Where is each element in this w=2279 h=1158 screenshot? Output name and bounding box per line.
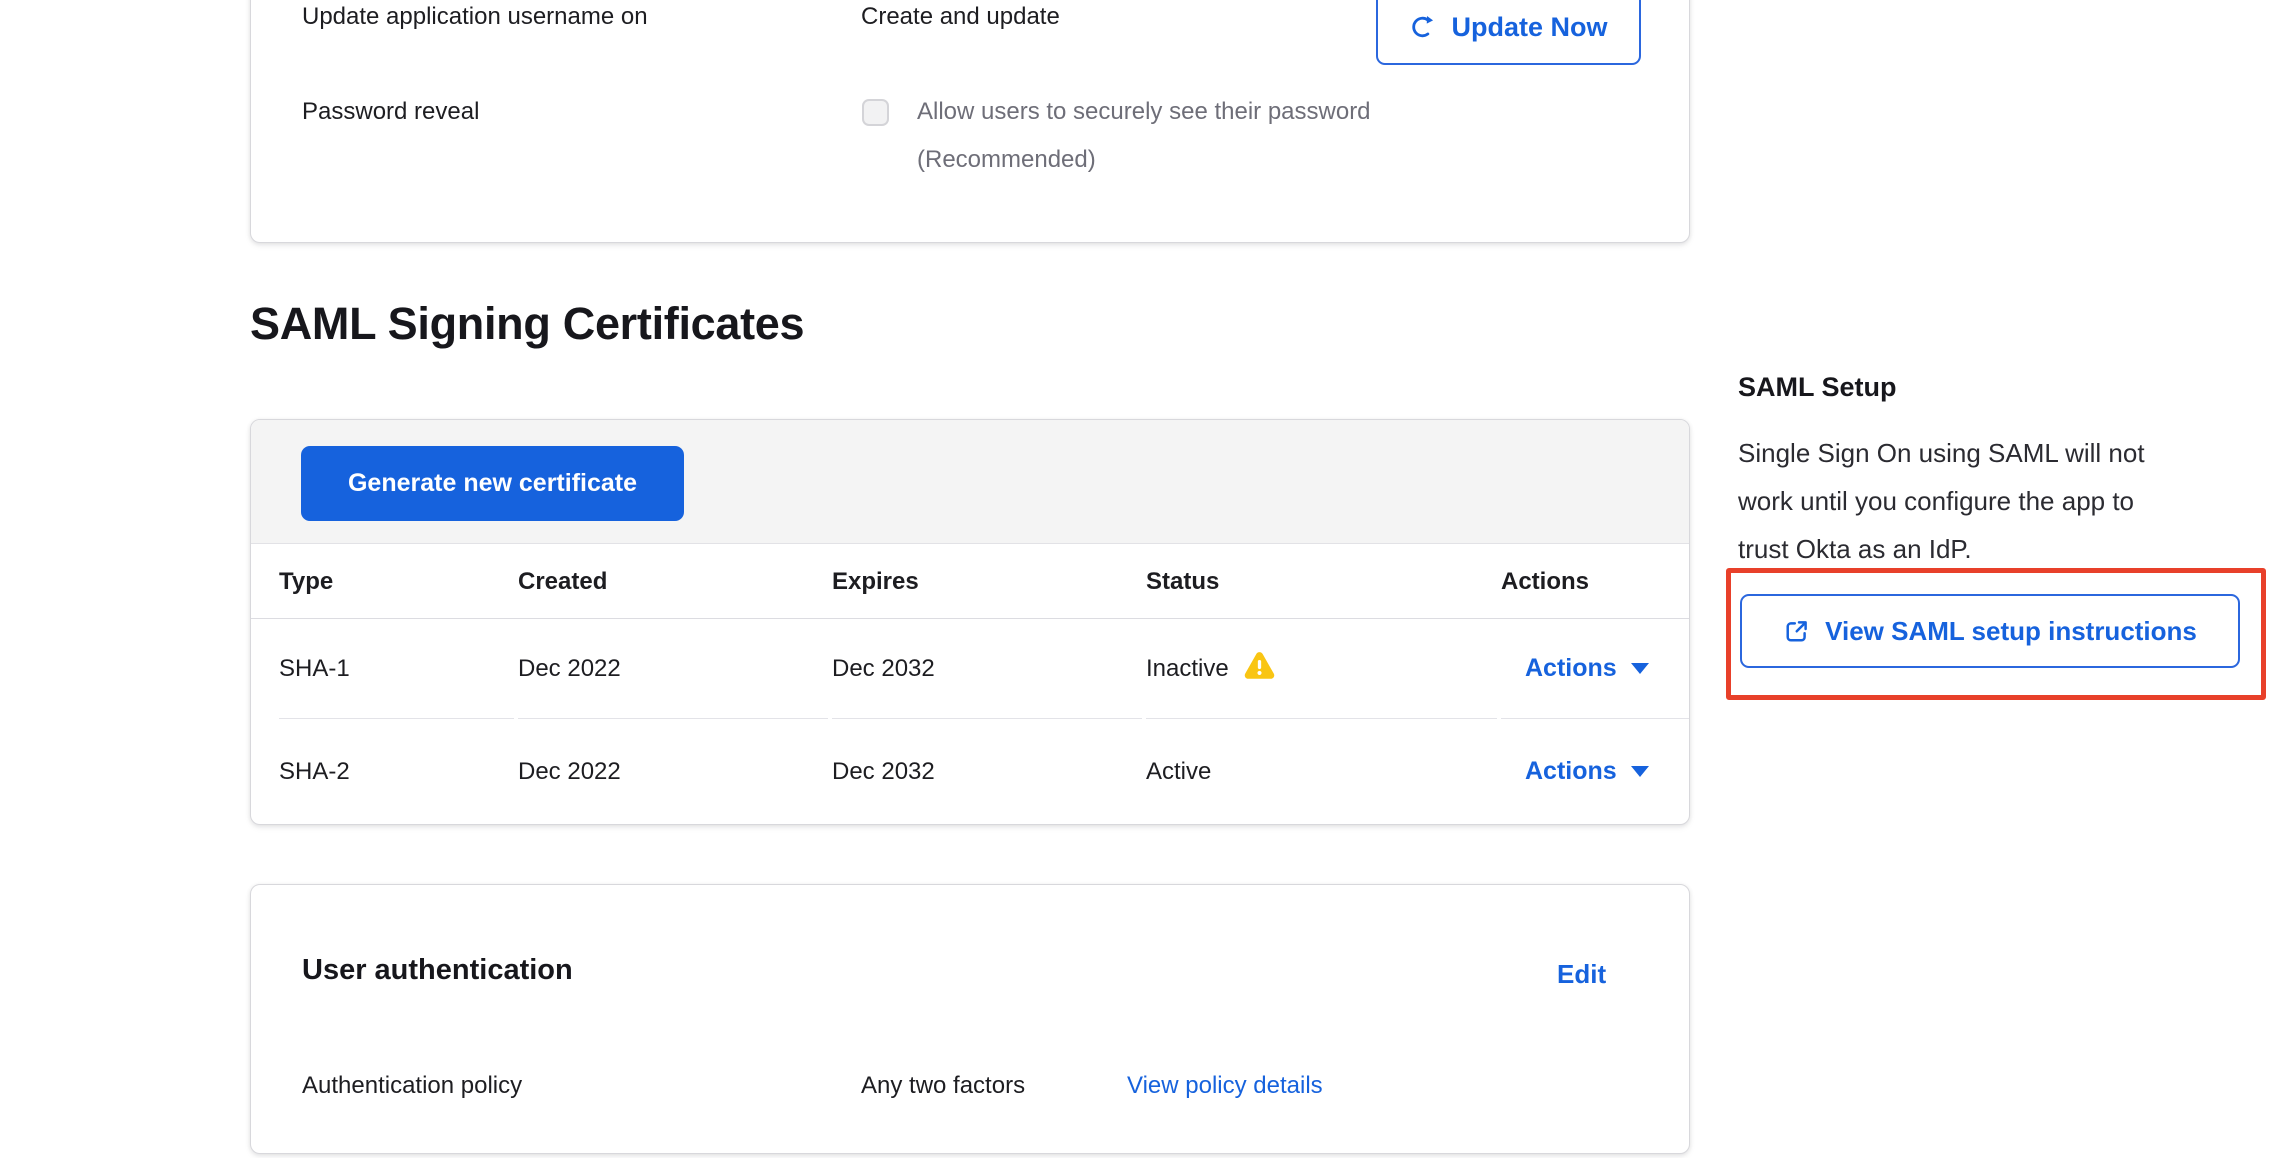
user-authentication-card: User authentication Edit Authentication … [250,884,1690,1154]
table-row: SHA-1 Dec 2022 Dec 2032 Inactive Actions [251,619,1689,719]
cert-expires-cell: Dec 2032 [832,719,1142,824]
saml-certificates-card: Generate new certificate Type Created Ex… [250,419,1690,825]
view-policy-details-link[interactable]: View policy details [1127,1070,1323,1102]
actions-label: Actions [1525,757,1617,786]
actions-dropdown[interactable]: Actions [1525,654,1649,683]
actions-label: Actions [1525,654,1617,683]
cert-type-cell: SHA-1 [279,619,514,719]
saml-setup-title: SAML Setup [1738,370,1897,404]
description-line: trust Okta as an IdP. [1738,525,2258,573]
column-header-created: Created [518,568,828,596]
cert-status-cell: Inactive [1146,619,1497,719]
saml-setup-description: Single Sign On using SAML will not work … [1738,429,2258,573]
cert-expires-cell: Dec 2032 [832,619,1142,719]
password-reveal-checkbox[interactable] [862,99,889,126]
column-header-actions: Actions [1501,568,1689,596]
page: Update application username on Create an… [0,0,2279,1158]
column-header-expires: Expires [832,568,1142,596]
user-authentication-title: User authentication [302,953,573,987]
view-saml-setup-instructions-button[interactable]: View SAML setup instructions [1740,594,2240,668]
column-header-status: Status [1146,568,1497,596]
app-settings-card: Update application username on Create an… [250,0,1690,243]
cert-actions-cell: Actions [1501,619,1689,719]
username-update-value: Create and update [861,1,1060,33]
warning-icon [1243,649,1276,689]
actions-dropdown[interactable]: Actions [1525,757,1649,786]
caret-down-icon [1631,766,1649,777]
refresh-icon [1409,14,1435,40]
cert-status-cell: Active [1146,719,1497,824]
caret-down-icon [1631,663,1649,674]
password-reveal-checkbox-note: (Recommended) [917,144,1096,176]
description-line: work until you configure the app to [1738,477,2258,525]
column-header-type: Type [279,568,514,596]
generate-certificate-button[interactable]: Generate new certificate [301,446,684,521]
password-reveal-label: Password reveal [302,96,479,128]
cert-created-cell: Dec 2022 [518,619,828,719]
update-now-button[interactable]: Update Now [1376,0,1641,65]
certificates-toolbar: Generate new certificate [251,420,1689,544]
status-text: Inactive [1146,655,1229,683]
certificates-table-header: Type Created Expires Status Actions [251,545,1689,619]
external-link-icon [1783,618,1810,645]
password-reveal-checkbox-text: Allow users to securely see their passwo… [917,96,1371,128]
table-row: SHA-2 Dec 2022 Dec 2032 Active Actions [251,719,1689,824]
update-now-label: Update Now [1451,12,1607,43]
description-line: Single Sign On using SAML will not [1738,429,2258,477]
username-update-label: Update application username on [302,1,648,33]
status-text: Active [1146,758,1211,786]
view-saml-setup-instructions-label: View SAML setup instructions [1825,616,2197,647]
page-title: SAML Signing Certificates [250,297,804,350]
cert-actions-cell: Actions [1501,719,1689,824]
authentication-policy-label: Authentication policy [302,1070,522,1102]
authentication-policy-value: Any two factors [861,1070,1025,1102]
cert-type-cell: SHA-2 [279,719,514,824]
edit-button[interactable]: Edit [1557,958,1606,990]
cert-created-cell: Dec 2022 [518,719,828,824]
